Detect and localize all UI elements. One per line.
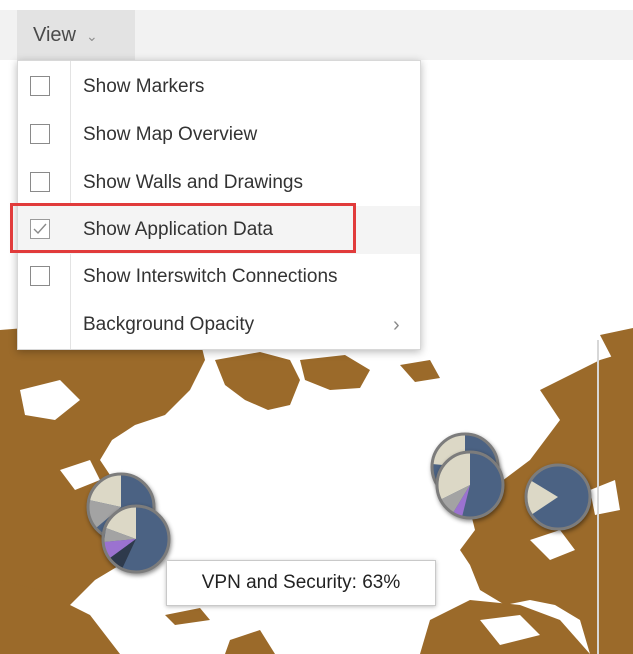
- menu-item-label: Show Markers: [83, 76, 205, 97]
- chevron-right-icon: ›: [393, 313, 400, 336]
- pie-tooltip: VPN and Security: 63%: [166, 560, 436, 606]
- checkbox-show-markers[interactable]: [30, 76, 50, 96]
- checkbox-show-map-overview[interactable]: [30, 124, 50, 144]
- checkbox-show-interswitch-connections[interactable]: [30, 266, 50, 286]
- checkbox-show-walls-drawings[interactable]: [30, 172, 50, 192]
- highlight-box: [10, 203, 356, 253]
- menu-item-show-walls-drawings[interactable]: Show Walls and Drawings: [18, 159, 420, 207]
- pie-chart-europe-2[interactable]: [435, 450, 505, 520]
- chevron-down-icon: ⌄: [86, 27, 98, 44]
- menu-item-label: Background Opacity: [83, 314, 255, 335]
- pie-chart-europe-3[interactable]: [524, 463, 592, 531]
- view-menu-button[interactable]: View ⌄: [17, 10, 135, 60]
- menu-item-label: Show Walls and Drawings: [83, 172, 303, 193]
- menu-item-background-opacity[interactable]: Background Opacity ›: [18, 301, 420, 349]
- menu-item-label: Show Map Overview: [83, 124, 258, 145]
- menu-item-show-markers[interactable]: Show Markers: [18, 63, 420, 111]
- menu-item-label: Show Interswitch Connections: [83, 266, 338, 287]
- tooltip-text: VPN and Security: 63%: [201, 572, 401, 593]
- menu-item-show-map-overview[interactable]: Show Map Overview: [18, 111, 420, 159]
- view-menu-label: View: [33, 23, 76, 46]
- pie-chart-north-america-2[interactable]: [101, 504, 171, 574]
- menu-item-show-interswitch-connections[interactable]: Show Interswitch Connections: [18, 253, 420, 301]
